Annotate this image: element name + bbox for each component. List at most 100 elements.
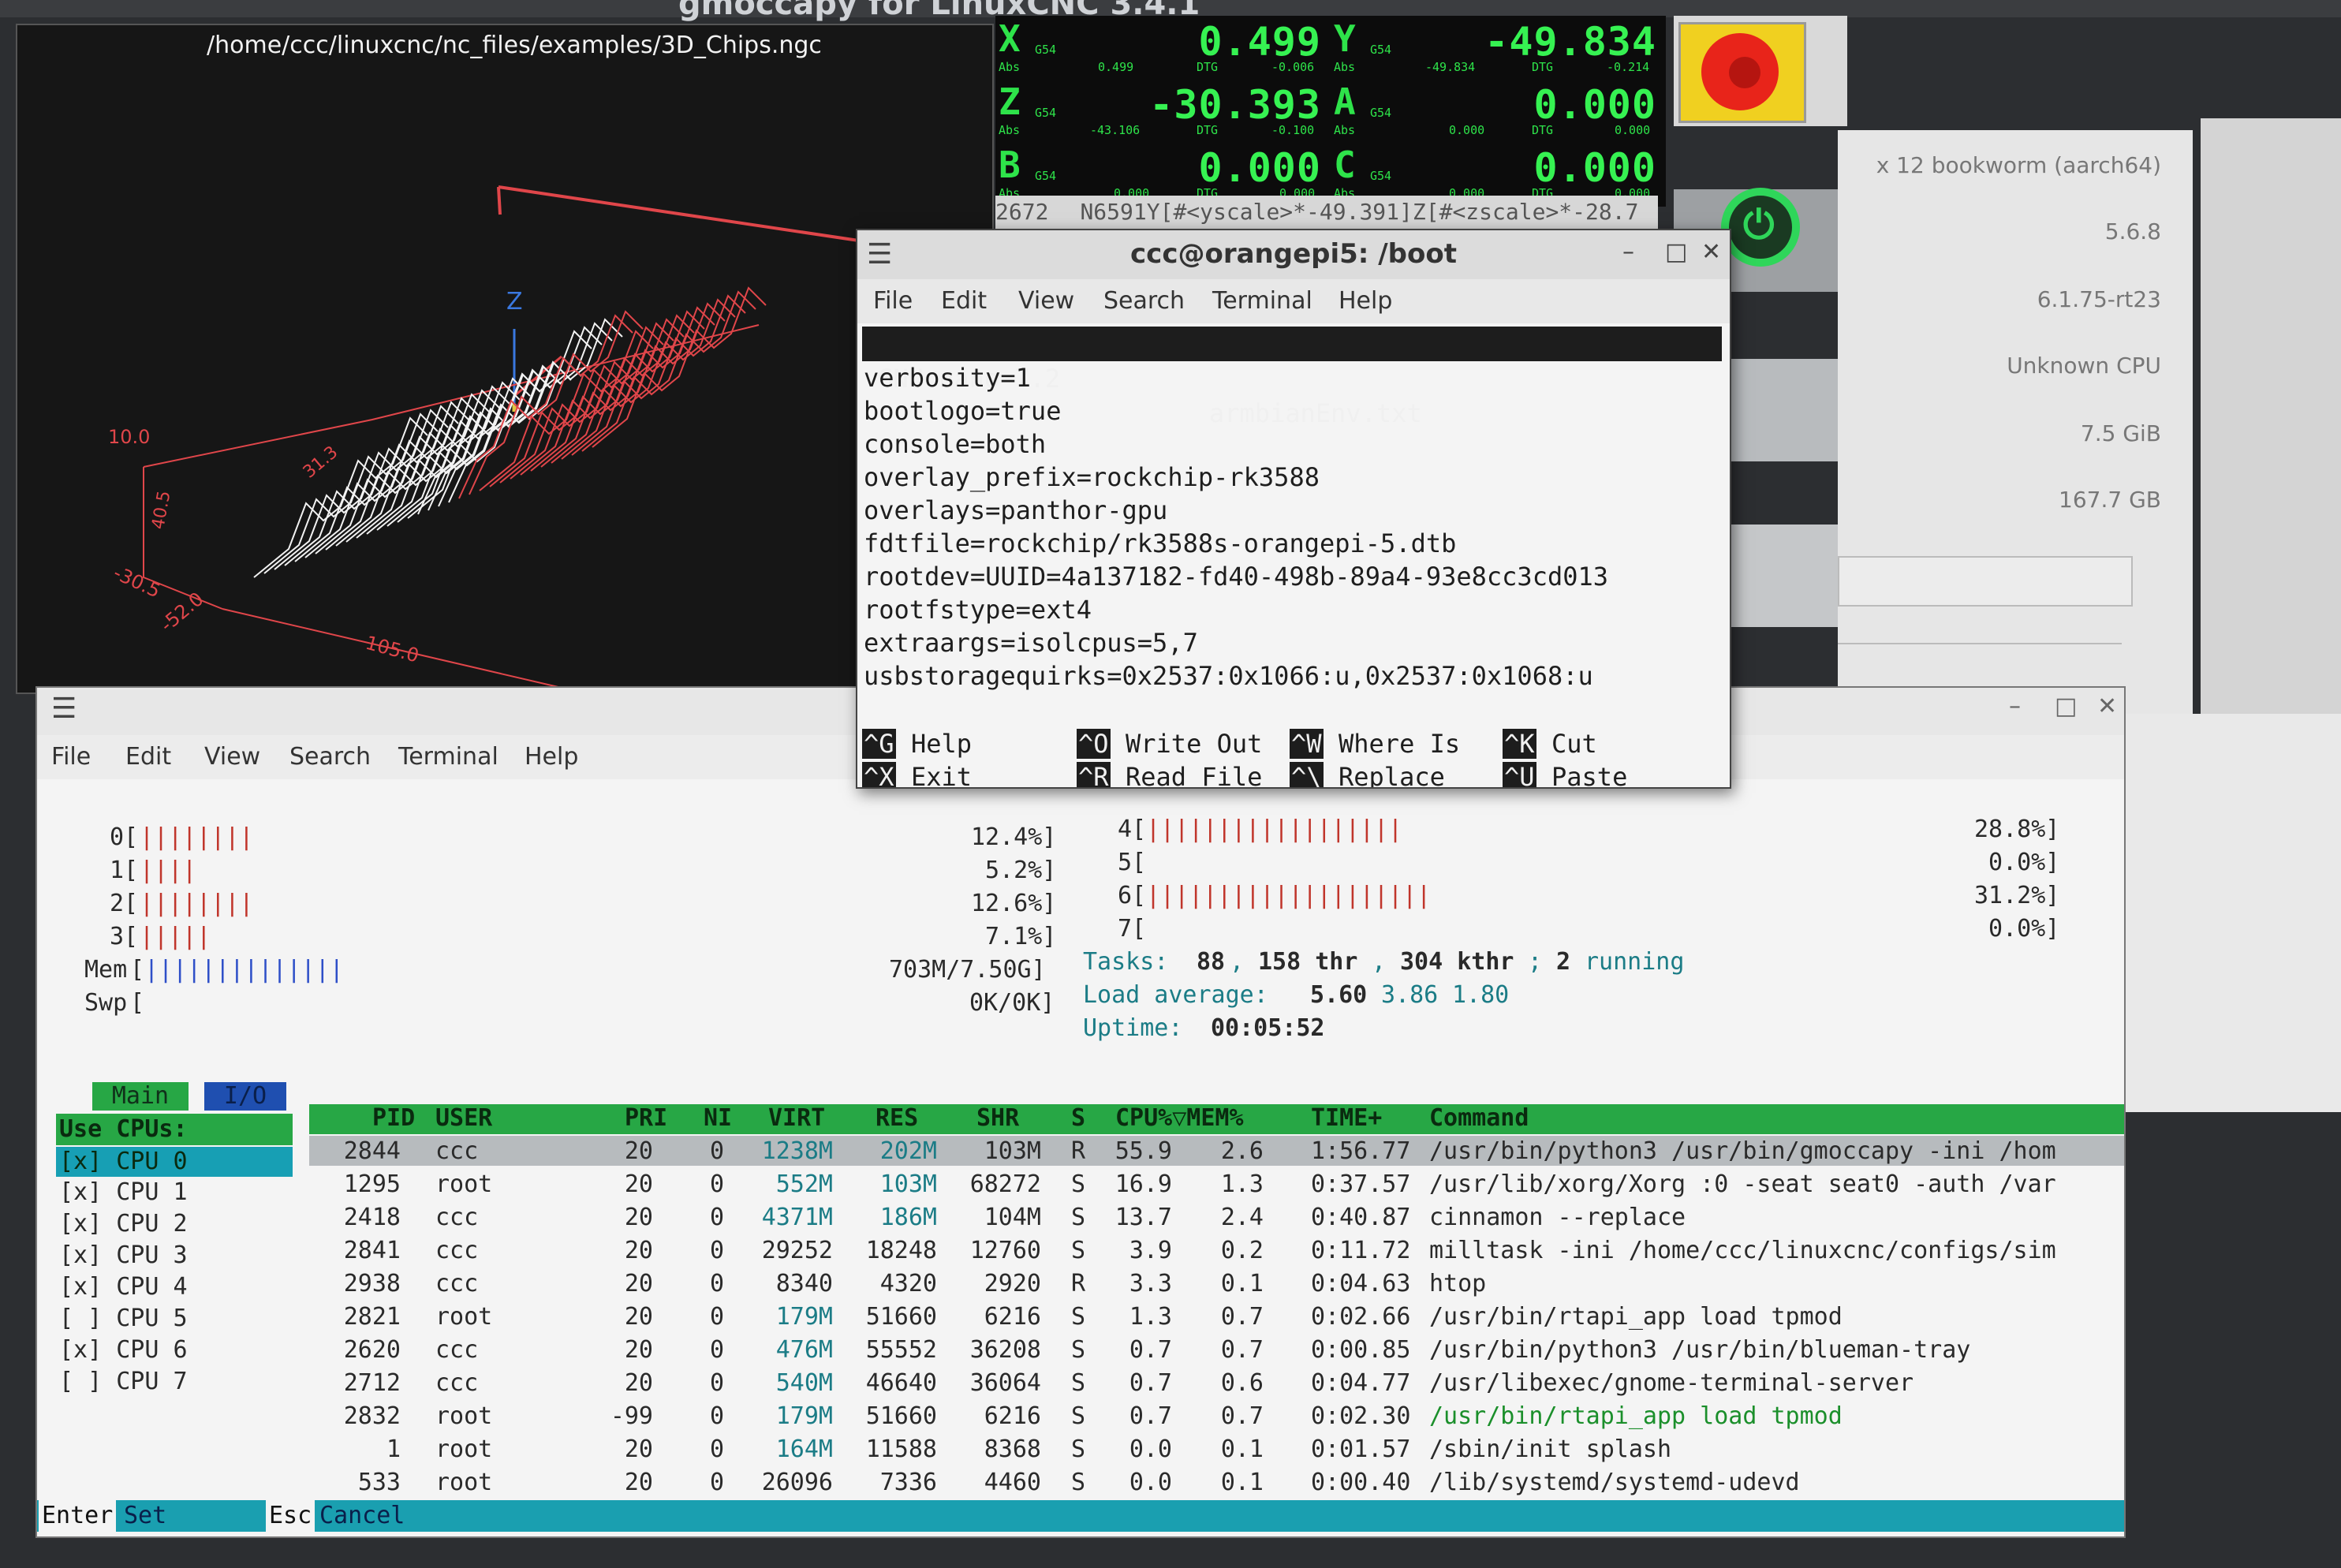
uptime-label: Uptime: xyxy=(1083,1014,1197,1042)
close-icon[interactable]: ✕ xyxy=(1701,238,1721,266)
file-line[interactable]: console=both xyxy=(864,429,1046,459)
footer-key-esc[interactable]: Esc xyxy=(266,1500,315,1532)
mem-value: 703M/7.50G] xyxy=(889,956,1046,984)
column-ni[interactable]: NI xyxy=(704,1104,732,1132)
table-row[interactable] xyxy=(309,1137,2123,1169)
cpu-meter-bar: |||||||| xyxy=(140,823,254,851)
shortcut-key[interactable]: ^R xyxy=(1077,762,1111,787)
column-pri[interactable]: PRI xyxy=(625,1104,667,1132)
file-line[interactable]: rootdev=UUID=4a137182-fd40-498b-89a4-93e… xyxy=(864,562,1608,592)
toolpath-preview[interactable]: /home/ccc/linuxcnc/nc_files/examples/3D_… xyxy=(16,24,994,694)
memory-info: 7.5 GiB xyxy=(2080,420,2161,446)
cpu-option[interactable]: [x] CPU 1 xyxy=(59,1178,188,1206)
column-pid[interactable]: PID xyxy=(372,1104,415,1132)
shortcut-label[interactable]: Help xyxy=(911,729,972,759)
cpu-meter-bar: ||||| xyxy=(140,923,211,950)
file-line[interactable]: overlays=panthor-gpu xyxy=(864,495,1167,525)
menu-terminal[interactable]: Terminal xyxy=(398,743,498,771)
minimize-icon[interactable]: – xyxy=(1622,238,1634,266)
shortcut-key[interactable]: ^X xyxy=(862,762,896,787)
nano-titlebar[interactable]: ☰ ccc@orangepi5: /boot – □ ✕ xyxy=(857,230,1730,279)
table-row[interactable] xyxy=(309,1270,2123,1301)
column-res[interactable]: RES xyxy=(876,1104,918,1132)
footer-key-enter[interactable]: Enter xyxy=(39,1500,117,1532)
dtg-label: DTG xyxy=(1532,60,1554,74)
shortcut-label[interactable]: Exit xyxy=(911,762,972,787)
menu-search[interactable]: Search xyxy=(289,743,371,771)
cpu-option[interactable]: [ ] CPU 5 xyxy=(59,1305,188,1332)
dro-y: Y G54 -49.834 Abs -49.834 DTG -0.214 xyxy=(1331,16,1666,76)
cpu-option[interactable]: [x] CPU 6 xyxy=(59,1336,188,1364)
file-line[interactable]: overlay_prefix=rockchip-rk3588 xyxy=(864,462,1320,492)
shortcut-label[interactable]: Write Out xyxy=(1126,729,1262,759)
table-row[interactable] xyxy=(309,1237,2123,1268)
minimize-icon[interactable]: – xyxy=(2009,693,2021,720)
shortcut-key[interactable]: ^U xyxy=(1503,762,1536,787)
menu-edit[interactable]: Edit xyxy=(941,287,987,315)
shortcut-label[interactable]: Read File xyxy=(1126,762,1262,787)
tab-main[interactable]: Main xyxy=(92,1082,189,1111)
menu-icon[interactable]: ☰ xyxy=(51,693,77,725)
cpu-option-selected[interactable]: [x] CPU 0 xyxy=(56,1147,293,1177)
menu-file[interactable]: File xyxy=(51,743,91,771)
cpu-option[interactable]: [ ] CPU 7 xyxy=(59,1368,188,1395)
shortcut-label[interactable]: Cut xyxy=(1551,729,1597,759)
file-line[interactable]: extraargs=isolcpus=5,7 xyxy=(864,628,1198,658)
shortcut-key[interactable]: ^W xyxy=(1290,729,1324,759)
column-cpu-mem[interactable]: CPU%▽MEM% xyxy=(1115,1104,1244,1132)
table-row[interactable] xyxy=(309,1170,2123,1202)
menu-view[interactable]: View xyxy=(204,743,260,771)
nano-terminal-window[interactable]: ☰ ccc@orangepi5: /boot – □ ✕ File Edit V… xyxy=(856,229,1731,789)
footer-label-set[interactable]: Set xyxy=(124,1500,166,1532)
cpu-option[interactable]: [x] CPU 2 xyxy=(59,1210,188,1238)
menu-help[interactable]: Help xyxy=(1339,287,1392,315)
column-command[interactable]: Command xyxy=(1429,1104,1529,1132)
table-row[interactable] xyxy=(309,1402,2123,1434)
column-shr[interactable]: SHR xyxy=(976,1104,1019,1132)
table-row[interactable] xyxy=(309,1435,2123,1467)
close-icon[interactable]: ✕ xyxy=(2097,693,2117,720)
machine-power-button[interactable]: ⏻ xyxy=(1721,188,1800,267)
htop-terminal-window[interactable]: ☰ – □ ✕ File Edit View Search Terminal H… xyxy=(35,686,2126,1538)
file-line[interactable]: verbosity=1 xyxy=(864,363,1031,393)
file-line[interactable]: usbstoragequirks=0x2537:0x1066:u,0x2537:… xyxy=(864,661,1593,691)
maximize-icon[interactable]: □ xyxy=(1665,238,1687,266)
emergency-stop-button[interactable] xyxy=(1678,22,1806,123)
column-user[interactable]: USER xyxy=(435,1104,492,1132)
cpu-option[interactable]: [x] CPU 3 xyxy=(59,1241,188,1269)
gcode-view[interactable]: 2672 N6591Y[#<yscale>*-49.391]Z[#<zscale>… xyxy=(995,196,1658,229)
column-time[interactable]: TIME+ xyxy=(1311,1104,1382,1132)
shortcut-label[interactable]: Replace xyxy=(1339,762,1445,787)
footer-label-cancel[interactable]: Cancel xyxy=(319,1500,405,1532)
file-line[interactable]: bootlogo=true xyxy=(864,396,1061,426)
shortcut-key[interactable]: ^K xyxy=(1503,729,1536,759)
tab-io[interactable]: I/O xyxy=(204,1082,286,1111)
abs-label: Abs xyxy=(999,60,1021,74)
table-row[interactable] xyxy=(309,1303,2123,1335)
shortcut-label[interactable]: Where Is xyxy=(1339,729,1460,759)
preview-canvas[interactable]: Z 10.0 -30.5 -52.0 105.0 40.5 31.3 xyxy=(17,25,994,694)
column-state[interactable]: S xyxy=(1071,1104,1085,1132)
menu-edit[interactable]: Edit xyxy=(125,743,171,771)
maximize-icon[interactable]: □ xyxy=(2055,693,2077,720)
shortcut-label[interactable]: Paste xyxy=(1551,762,1627,787)
menu-file[interactable]: File xyxy=(873,287,913,315)
axis-letter: Y xyxy=(1334,17,1356,60)
shortcut-key[interactable]: ^O xyxy=(1077,729,1111,759)
table-row[interactable] xyxy=(309,1469,2123,1500)
column-virt[interactable]: VIRT xyxy=(768,1104,825,1132)
file-line[interactable]: fdtfile=rockchip/rk3588s-orangepi-5.dtb xyxy=(864,528,1456,558)
table-row[interactable] xyxy=(309,1336,2123,1368)
menu-terminal[interactable]: Terminal xyxy=(1212,287,1312,315)
coord-system: G54 xyxy=(1035,43,1057,57)
file-line[interactable]: rootfstype=ext4 xyxy=(864,595,1092,625)
menu-view[interactable]: View xyxy=(1018,287,1074,315)
shortcut-key[interactable]: ^\ xyxy=(1290,762,1324,787)
table-row[interactable] xyxy=(309,1369,2123,1401)
table-row[interactable] xyxy=(309,1204,2123,1235)
menu-search[interactable]: Search xyxy=(1103,287,1185,315)
shortcut-key[interactable]: ^G xyxy=(862,729,896,759)
cpu-option[interactable]: [x] CPU 4 xyxy=(59,1273,188,1301)
menu-help[interactable]: Help xyxy=(525,743,578,771)
coord-system: G54 xyxy=(1035,169,1057,183)
